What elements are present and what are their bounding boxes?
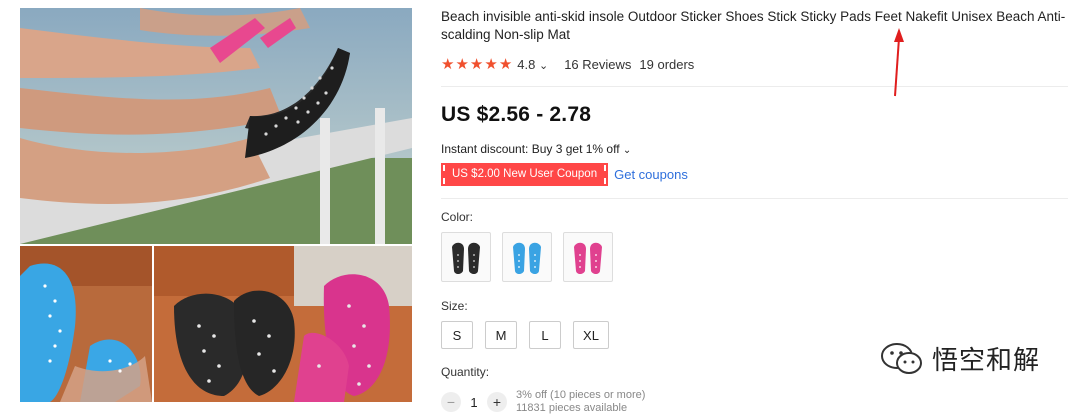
color-options — [441, 232, 1071, 282]
decrease-quantity-button[interactable]: − — [441, 392, 461, 412]
size-option-m[interactable]: M — [485, 321, 517, 349]
chevron-down-icon: ⌄ — [538, 59, 549, 72]
thumbnail-blue-pad[interactable] — [20, 246, 152, 402]
wechat-icon — [881, 342, 922, 374]
rating-row: ★ ★ ★ ★ ★ 4.8 ⌄ 16 Reviews 19 orders — [441, 54, 1071, 74]
color-swatch-blue[interactable] — [502, 232, 552, 282]
main-product-photo[interactable] — [20, 8, 412, 244]
blue-pads-thumbnail — [513, 242, 541, 274]
color-swatch-black[interactable] — [441, 232, 491, 282]
watermark-text: 悟空和解 — [932, 346, 1041, 376]
quantity-note: 3% off (10 pieces or more) 11831 pieces … — [516, 389, 645, 415]
price: US $2.56 - 2.78 — [441, 103, 592, 126]
color-swatch-pink[interactable] — [563, 232, 613, 282]
rating-value[interactable]: 4.8 ⌄ — [517, 57, 548, 72]
size-option-xl[interactable]: XL — [573, 321, 609, 349]
size-option-s[interactable]: S — [441, 321, 473, 349]
star-icon: ★ — [441, 55, 455, 73]
pink-pads-thumbnail — [574, 242, 602, 274]
size-label: Size: — [441, 299, 468, 313]
divider — [441, 86, 1068, 87]
instant-discount[interactable]: Instant discount: Buy 3 get 1% off ⌄ — [441, 142, 1071, 156]
coupon-row: US $2.00 New User Coupon Get coupons — [440, 163, 1071, 186]
star-icon: ★ — [498, 55, 513, 73]
star-icon: ★ — [469, 55, 484, 73]
quantity-input[interactable]: 1 — [461, 395, 487, 410]
watermark: 悟空和解 — [880, 340, 1040, 377]
reviews-link[interactable]: 16 Reviews — [564, 57, 631, 72]
thumbnail-black-pink-pads[interactable] — [154, 246, 412, 402]
new-user-coupon-badge[interactable]: US $2.00 New User Coupon — [440, 163, 609, 186]
quantity-stepper: − 1 + 3% off (10 pieces or more) 11831 p… — [441, 389, 1071, 415]
stock-available-text: 11831 pieces available — [516, 402, 628, 414]
increase-quantity-button[interactable]: + — [487, 392, 507, 412]
star-icon: ★ — [455, 55, 469, 73]
star-rating: ★ ★ ★ ★ ★ — [441, 57, 512, 72]
product-title: Beach invisible anti-skid insole Outdoor… — [441, 9, 1066, 42]
product-gallery — [20, 8, 412, 402]
size-option-l[interactable]: L — [529, 321, 561, 349]
orders-count: 19 orders — [639, 56, 695, 72]
black-pads-thumbnail — [452, 242, 480, 274]
bulk-discount-text: 3% off (10 pieces or more) — [516, 389, 646, 401]
divider — [441, 198, 1068, 199]
chevron-down-icon: ⌄ — [622, 145, 632, 156]
get-coupons-link[interactable]: Get coupons — [614, 167, 688, 182]
color-label: Color: — [441, 210, 474, 224]
star-icon: ★ — [484, 55, 498, 73]
